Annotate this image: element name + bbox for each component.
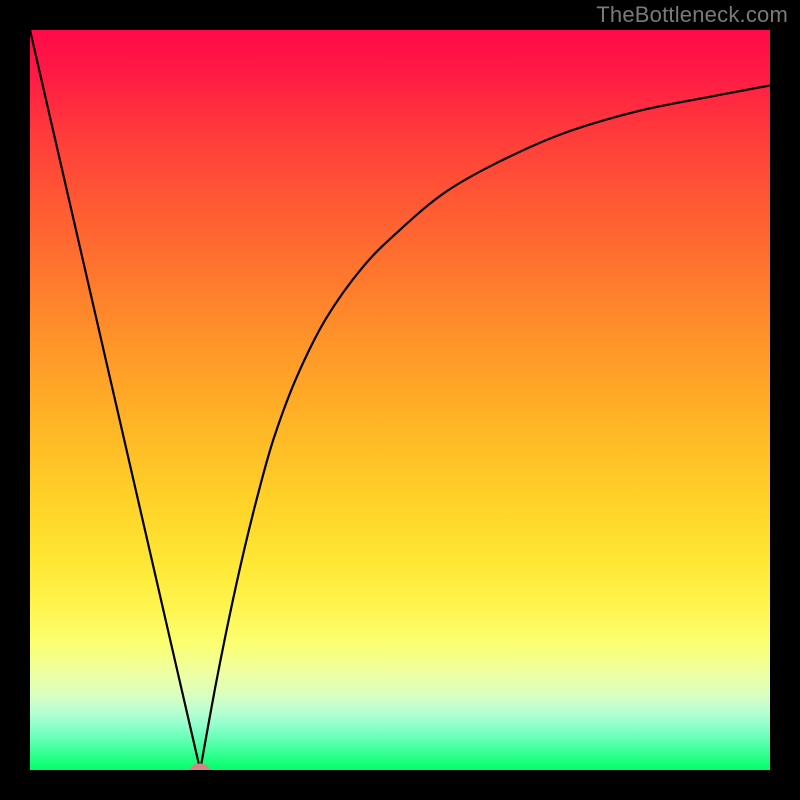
curve-layer (30, 30, 770, 770)
right-branch-curve (200, 86, 770, 771)
left-branch-curve (30, 30, 200, 770)
watermark-text: TheBottleneck.com (596, 2, 788, 28)
plot-area (30, 30, 770, 770)
min-point-marker (190, 764, 210, 771)
chart-frame: TheBottleneck.com (0, 0, 800, 800)
